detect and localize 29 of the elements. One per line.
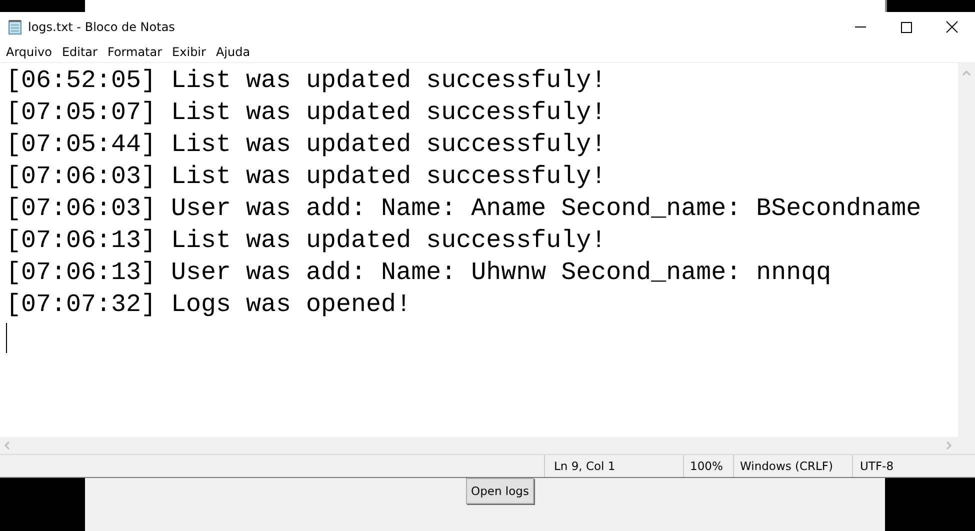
notepad-icon [7, 19, 23, 35]
open-logs-button[interactable]: Open logs [466, 478, 534, 504]
text-line: [07:06:13] User was add: Name: Uhwnw Second_name: nnnqq [6, 257, 832, 289]
minimize-icon [854, 26, 866, 28]
scroll-left-icon [4, 441, 10, 450]
status-bar-cell: 100% [683, 455, 733, 477]
menu-item[interactable]: Formatar [102, 45, 168, 59]
text-line: [07:05:07] List was updated successfuly! [6, 97, 608, 129]
horizontal-scrollbar[interactable] [0, 437, 975, 454]
close-icon [946, 21, 958, 33]
menu-item[interactable]: Exibir [167, 45, 211, 59]
text-cursor [6, 323, 7, 353]
menu-item[interactable]: Editar [56, 45, 102, 59]
text-line: [07:06:03] List was updated successfuly! [6, 161, 608, 193]
status-bar-cell: UTF-8 [852, 455, 957, 477]
text-line: [07:07:32] Logs was opened! [6, 289, 412, 321]
vertical-scrollbar[interactable] [958, 63, 975, 437]
status-bar-cell: Windows (CRLF) [733, 455, 852, 477]
status-bar-cell: Ln 9, Col 1 [544, 455, 683, 477]
scroll-up-icon [962, 70, 971, 76]
text-line: [07:06:03] User was add: Name: Aname Second_name: BSecondname [6, 193, 922, 225]
text-line: [06:52:05] List was updated successfuly! [6, 65, 608, 97]
maximize-icon [900, 22, 912, 32]
text-line: [07:05:44] List was updated successfuly! [6, 129, 608, 161]
text-line: [07:06:13] List was updated successfuly! [6, 225, 608, 257]
menu-item[interactable]: Arquivo [1, 45, 57, 59]
window-title: logs.txt - Bloco de Notas [28, 20, 175, 34]
scroll-right-icon [946, 441, 952, 450]
menu-item[interactable]: Ajuda [210, 45, 256, 59]
